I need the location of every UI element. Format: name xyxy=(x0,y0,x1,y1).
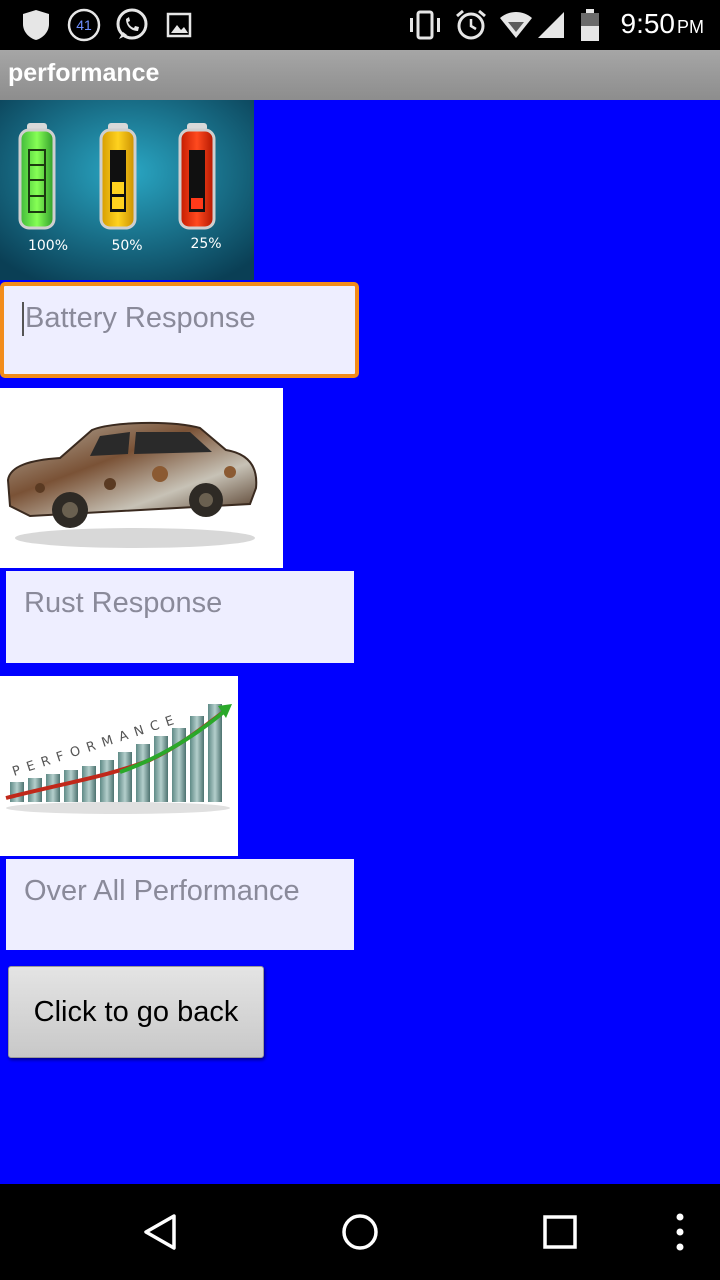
battery-full-icon xyxy=(18,123,56,230)
notification-count-icon: 41 xyxy=(67,8,101,42)
overall-performance-field[interactable]: Over All Performance xyxy=(6,859,354,950)
text-cursor xyxy=(22,302,24,337)
app-title: performance xyxy=(8,59,160,87)
whatsapp-icon xyxy=(116,8,148,40)
battery-label-50: 50% xyxy=(111,238,142,254)
alarm-icon xyxy=(456,9,486,40)
more-icon[interactable] xyxy=(670,1212,690,1252)
battery-low-icon xyxy=(178,123,216,230)
rust-response-field[interactable]: Rust Response xyxy=(6,571,354,663)
back-icon[interactable] xyxy=(140,1212,180,1252)
battery-label-100: 100% xyxy=(28,238,68,254)
system-nav-bar xyxy=(0,1184,720,1280)
go-back-button[interactable]: Click to go back xyxy=(8,966,264,1058)
home-icon[interactable] xyxy=(340,1212,380,1252)
svg-text:41: 41 xyxy=(76,17,92,33)
battery-icon xyxy=(581,9,599,41)
wifi-icon xyxy=(500,12,532,38)
image-icon xyxy=(166,12,192,38)
battery-levels-image: 100% 50% 25% xyxy=(0,100,254,280)
battery-response-field[interactable]: Battery Response xyxy=(0,282,359,378)
status-clock: 9:50 PM xyxy=(621,8,705,40)
status-bar: 41 9:50 PM xyxy=(0,0,720,50)
clock-time: 9:50 xyxy=(620,8,676,39)
go-back-label: Click to go back xyxy=(33,995,239,1028)
shield-icon xyxy=(23,10,49,40)
rusty-car-image xyxy=(0,388,283,568)
vibrate-icon xyxy=(410,10,440,40)
rust-response-placeholder: Rust Response xyxy=(24,587,223,619)
clock-ampm: PM xyxy=(677,17,704,37)
overall-performance-placeholder: Over All Performance xyxy=(24,875,300,907)
battery-half-icon xyxy=(99,123,137,230)
app-title-bar: performance xyxy=(0,50,720,100)
main-content: 100% 50% 25% Battery Response Rust Respo… xyxy=(0,100,720,1184)
battery-response-placeholder: Battery Response xyxy=(25,302,256,334)
battery-label-25: 25% xyxy=(190,236,221,252)
performance-graph-image: PERFORMANCE xyxy=(0,676,238,856)
recents-icon[interactable] xyxy=(542,1212,578,1252)
signal-icon xyxy=(538,12,564,38)
